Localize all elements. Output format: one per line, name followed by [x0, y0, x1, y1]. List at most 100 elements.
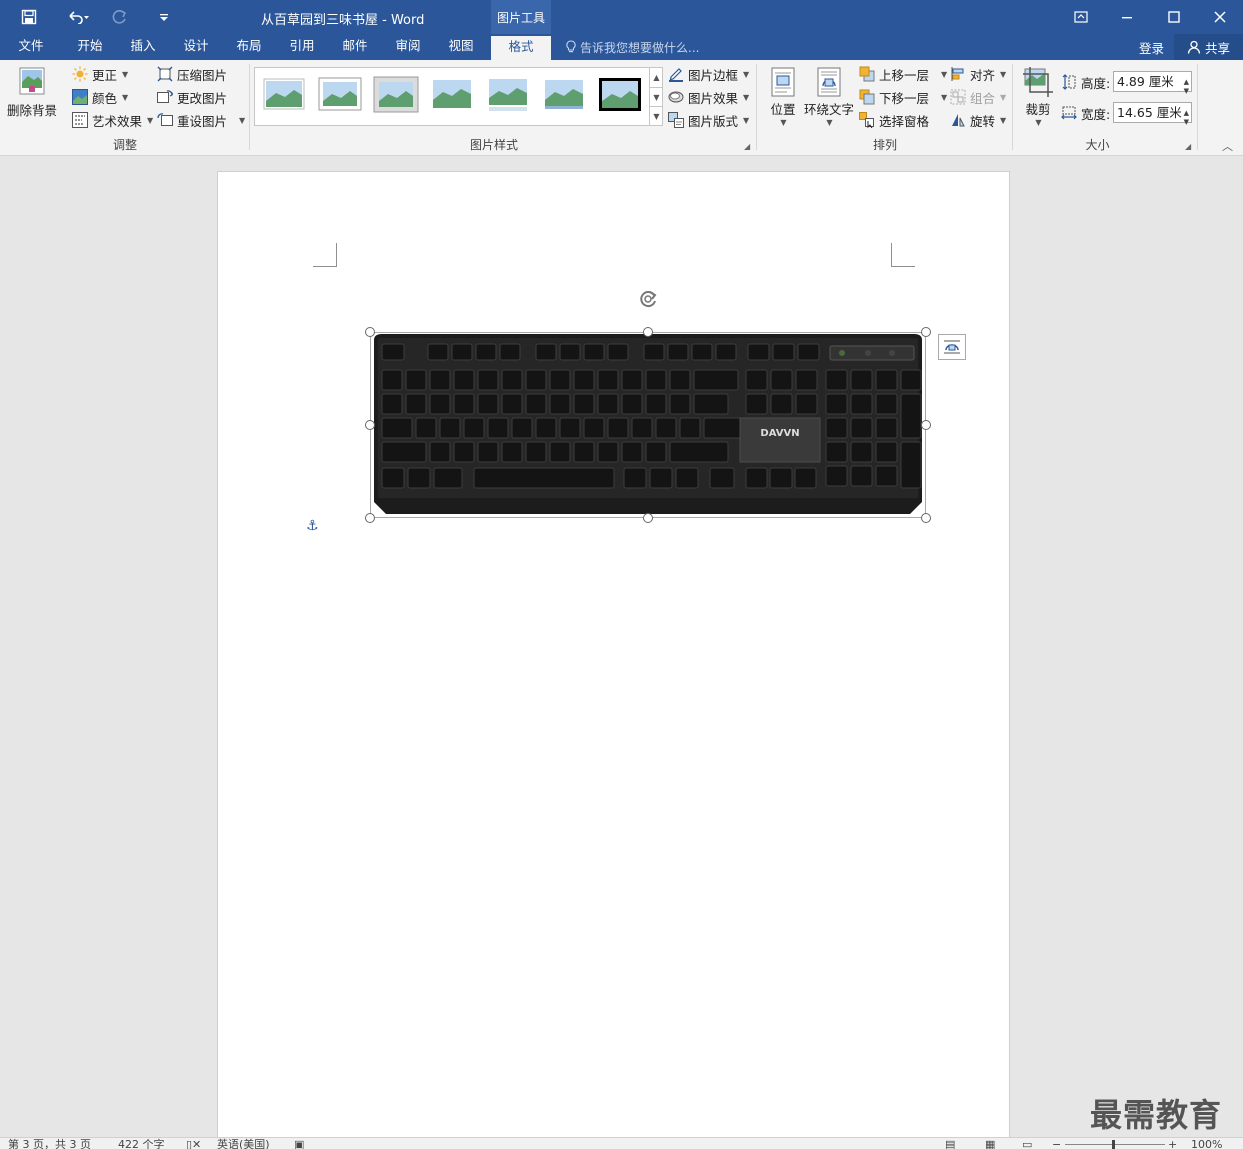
- tab-review[interactable]: 审阅: [385, 34, 431, 60]
- crop-button[interactable]: 裁剪 ▼: [1020, 66, 1056, 127]
- dropdown-caret-icon: ▼: [826, 118, 833, 127]
- resize-handle-w[interactable]: [365, 420, 375, 430]
- restore-ribbon-icon[interactable]: [1058, 0, 1104, 34]
- spin-down-icon[interactable]: ▼: [1184, 82, 1189, 101]
- remove-background-button[interactable]: 删除背景: [6, 66, 58, 119]
- align-icon: [950, 66, 966, 82]
- style-thumb-7[interactable]: [597, 76, 643, 114]
- zoom-out-icon[interactable]: −: [1052, 1138, 1061, 1149]
- dropdown-caret-icon: ▼: [743, 92, 750, 102]
- remove-background-label: 删除背景: [6, 103, 57, 118]
- dialog-launcher-icon[interactable]: ◢: [1185, 142, 1191, 151]
- position-button[interactable]: 位置 ▼: [765, 66, 801, 127]
- resize-handle-s[interactable]: [643, 513, 653, 523]
- tell-me-search[interactable]: 告诉我您想要做什么...: [565, 39, 699, 56]
- word-window: 从百草园到三味书屋 - Word 图片工具 文件 开始 插入 设计 布局 引用 …: [0, 0, 1243, 1149]
- rotate-handle-icon[interactable]: [636, 287, 660, 311]
- wrap-text-icon: [813, 66, 845, 98]
- share-button[interactable]: 共享: [1174, 34, 1243, 60]
- style-thumb-4[interactable]: [429, 76, 475, 114]
- style-thumb-3[interactable]: [373, 76, 419, 114]
- compress-pictures-button[interactable]: 压缩图片: [157, 64, 227, 84]
- spin-down-icon[interactable]: ▼: [1184, 113, 1189, 132]
- style-thumb-6[interactable]: [541, 76, 587, 114]
- tab-references[interactable]: 引用: [279, 34, 325, 60]
- tab-format[interactable]: 格式: [491, 34, 551, 60]
- corrections-button[interactable]: 更正 ▼: [72, 64, 128, 84]
- zoom-in-icon[interactable]: +: [1168, 1138, 1177, 1149]
- selected-picture[interactable]: DAVVN: [365, 291, 931, 523]
- rotate-button[interactable]: 旋转 ▼: [950, 110, 1006, 130]
- save-icon[interactable]: [16, 5, 42, 29]
- resize-handle-sw[interactable]: [365, 513, 375, 523]
- resize-handle-nw[interactable]: [365, 327, 375, 337]
- picture-border-button[interactable]: 图片边框 ▼: [668, 64, 749, 84]
- collapse-ribbon-icon[interactable]: ︿: [1222, 138, 1233, 154]
- lightbulb-icon: [566, 40, 576, 53]
- document-page[interactable]: DAVVN ⚓: [217, 171, 1010, 1149]
- document-area[interactable]: DAVVN ⚓: [0, 156, 1243, 1149]
- style-thumb-1[interactable]: [261, 76, 307, 114]
- change-picture-button[interactable]: 更改图片: [157, 87, 227, 107]
- layout-options-icon[interactable]: [938, 334, 966, 360]
- resize-handle-ne[interactable]: [921, 327, 931, 337]
- align-button[interactable]: 对齐 ▼: [950, 64, 1006, 84]
- reset-picture-button[interactable]: 重设图片 ▼: [157, 110, 245, 130]
- maximize-icon[interactable]: [1151, 0, 1197, 34]
- height-input[interactable]: 4.89 厘米 ▲ ▼: [1113, 71, 1192, 95]
- print-layout-icon[interactable]: ▦: [985, 1138, 995, 1149]
- tab-layout[interactable]: 布局: [226, 34, 272, 60]
- gallery-scroll-up-icon[interactable]: ▲: [649, 68, 663, 87]
- status-bar: 第 3 页，共 3 页 422 个字 ▯✕ 英语(美国) ▣ ▤ ▦ ▭ − +…: [0, 1137, 1243, 1149]
- tab-insert[interactable]: 插入: [120, 34, 166, 60]
- page-count[interactable]: 第 3 页，共 3 页: [8, 1138, 91, 1149]
- gallery-scroll-down-icon[interactable]: ▼: [649, 87, 663, 106]
- zoom-level[interactable]: 100%: [1191, 1138, 1222, 1149]
- read-mode-icon[interactable]: ▤: [945, 1138, 955, 1149]
- redo-icon[interactable]: [107, 5, 133, 29]
- zoom-slider-thumb[interactable]: [1112, 1140, 1115, 1149]
- zoom-slider[interactable]: [1065, 1144, 1165, 1145]
- tell-me-placeholder: 告诉我您想要做什么...: [580, 41, 700, 55]
- language[interactable]: 英语(美国): [217, 1138, 270, 1149]
- width-input[interactable]: 14.65 厘米 ▲ ▼: [1113, 102, 1192, 126]
- picture-layout-button[interactable]: 图片版式 ▼: [668, 110, 749, 130]
- dialog-launcher-icon[interactable]: ◢: [744, 142, 750, 151]
- send-backward-button[interactable]: 下移一层 ▼: [859, 87, 947, 107]
- artistic-effects-button[interactable]: 艺术效果 ▼: [72, 110, 153, 130]
- proofing-icon[interactable]: ▯✕: [186, 1138, 201, 1149]
- color-label: 颜色: [92, 90, 118, 106]
- resize-handle-se[interactable]: [921, 513, 931, 523]
- gallery-more-icon[interactable]: ▼: [649, 106, 663, 126]
- login-link[interactable]: 登录: [1139, 38, 1164, 57]
- tab-file[interactable]: 文件: [8, 34, 54, 60]
- bring-forward-button[interactable]: 上移一层 ▼: [859, 64, 947, 84]
- web-layout-icon[interactable]: ▭: [1022, 1138, 1032, 1149]
- group-separator: [1197, 64, 1198, 150]
- undo-icon[interactable]: [60, 5, 96, 29]
- wrap-text-button[interactable]: 环绕文字 ▼: [804, 66, 854, 127]
- style-thumb-2[interactable]: [317, 76, 363, 114]
- tab-mailings[interactable]: 邮件: [332, 34, 378, 60]
- resize-handle-e[interactable]: [921, 420, 931, 430]
- style-thumb-5[interactable]: [485, 76, 531, 114]
- title-bar: 从百草园到三味书屋 - Word 图片工具: [0, 0, 1243, 34]
- minimize-icon[interactable]: [1104, 0, 1150, 34]
- resize-handle-n[interactable]: [643, 327, 653, 337]
- customize-icon[interactable]: [151, 5, 177, 29]
- watermark-text: 最需教育: [1090, 1096, 1223, 1134]
- width-value: 14.65 厘米: [1117, 105, 1182, 120]
- picture-effects-button[interactable]: 图片效果 ▼: [668, 87, 749, 107]
- tab-home[interactable]: 开始: [66, 34, 114, 60]
- color-button[interactable]: 颜色 ▼: [72, 87, 128, 107]
- word-count[interactable]: 422 个字: [118, 1138, 165, 1149]
- ribbon: 删除背景 更正 ▼ 颜色 ▼ 艺术效果 ▼ 压缩图片 更改图片 重设图片 ▼ 调整: [0, 60, 1243, 156]
- dropdown-caret-icon: ▼: [743, 69, 750, 79]
- tab-design[interactable]: 设计: [173, 34, 219, 60]
- group-button[interactable]: 组合 ▼: [950, 87, 1006, 107]
- close-icon[interactable]: [1197, 0, 1243, 34]
- align-label: 对齐: [970, 67, 996, 83]
- tab-view[interactable]: 视图: [438, 34, 484, 60]
- macro-icon[interactable]: ▣: [294, 1138, 304, 1149]
- selection-pane-button[interactable]: 选择窗格: [859, 110, 929, 130]
